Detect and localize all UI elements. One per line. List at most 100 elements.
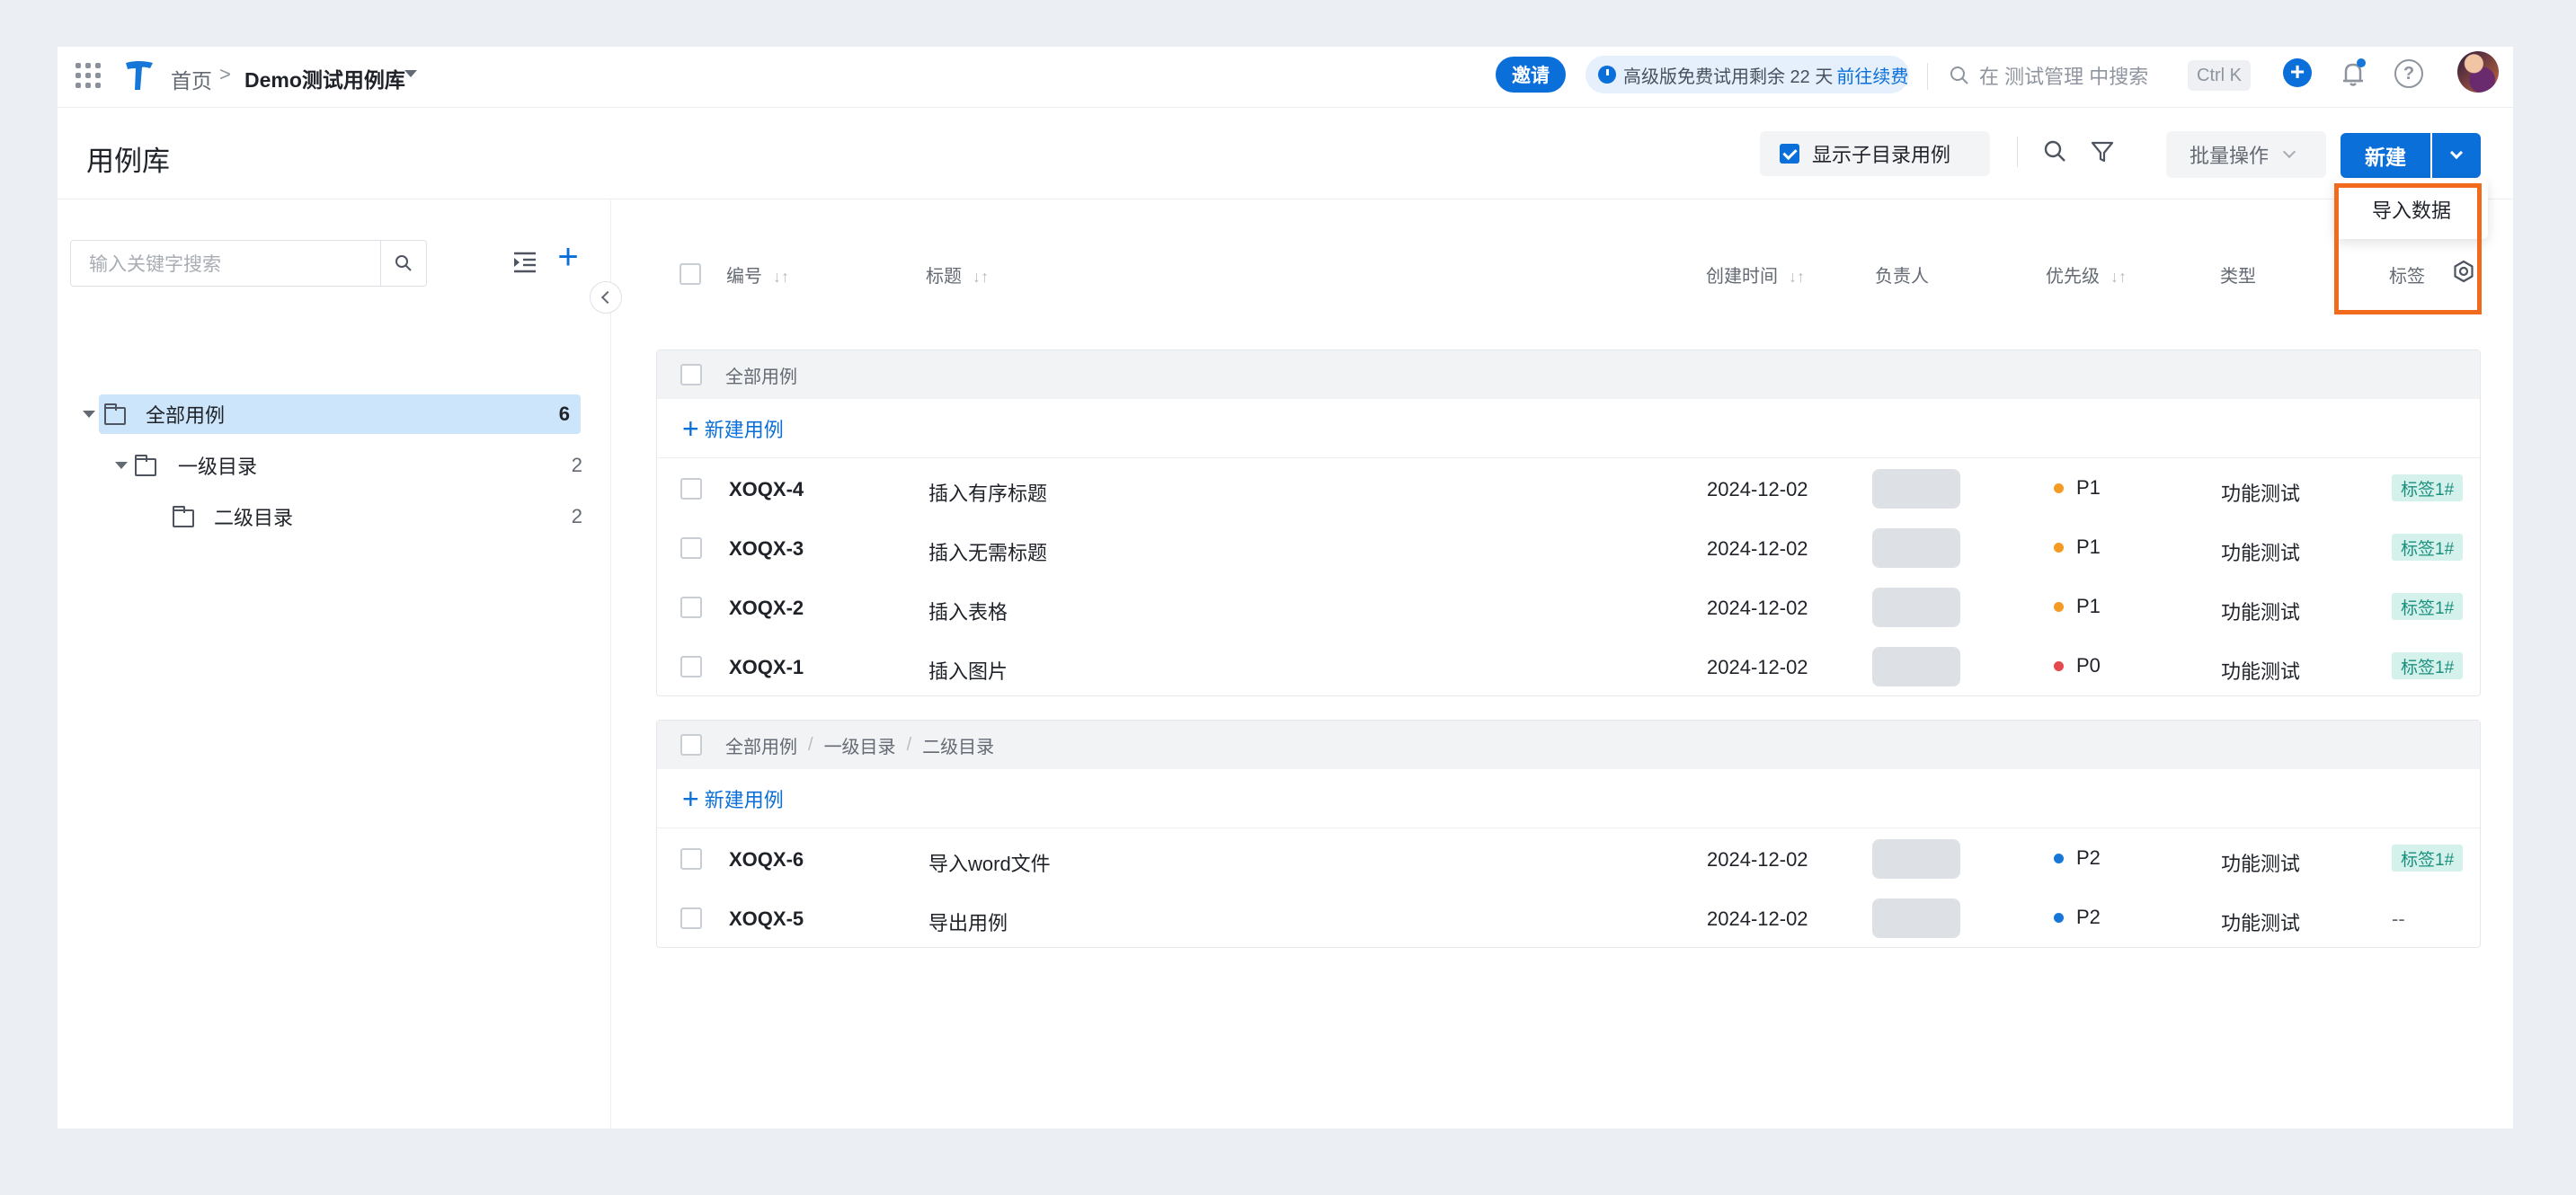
- priority-dot-icon: [2054, 482, 2064, 493]
- column-label: 编号: [726, 267, 762, 287]
- tree-item-label: 一级目录: [178, 456, 258, 478]
- case-id[interactable]: XOQX-1: [729, 656, 804, 679]
- path-separator: /: [808, 734, 813, 755]
- tree-item-level2[interactable]: 二级目录 2: [173, 497, 593, 536]
- tree-search-input[interactable]: 输入关键字搜索: [70, 240, 381, 287]
- breadcrumb-library[interactable]: Demo测试用例库: [244, 63, 405, 93]
- help-icon[interactable]: ?: [2394, 59, 2423, 88]
- sidebar: 输入关键字搜索 + 全部用例 6 一级目录 2 二级目录 2: [58, 200, 622, 1129]
- priority[interactable]: P1: [2054, 595, 2101, 618]
- breadcrumb-home[interactable]: 首页: [171, 64, 212, 94]
- column-priority[interactable]: 优先级 ↓↑: [2046, 261, 2127, 288]
- new-button[interactable]: 新建: [2341, 133, 2430, 178]
- table-row[interactable]: XOQX-2 插入表格 2024-12-02 P1 功能测试 标签1#: [657, 577, 2480, 636]
- tag-badge: 标签1#: [2392, 845, 2464, 872]
- case-type: 功能测试: [2221, 660, 2301, 683]
- table-row[interactable]: XOQX-5 导出用例 2024-12-02 P2 功能测试 --: [657, 888, 2480, 947]
- app-logo[interactable]: [122, 58, 156, 93]
- group-checkbox[interactable]: [680, 364, 702, 385]
- add-folder-icon[interactable]: +: [554, 239, 582, 275]
- sort-icon[interactable]: ↓↑: [973, 268, 989, 287]
- column-title[interactable]: 标题 ↓↑: [926, 261, 989, 288]
- gear-icon[interactable]: [2452, 260, 2475, 283]
- case-title[interactable]: 导入word文件: [928, 848, 1051, 877]
- case-id[interactable]: XOQX-6: [729, 848, 804, 872]
- case-id[interactable]: XOQX-2: [729, 597, 804, 620]
- row-checkbox[interactable]: [680, 907, 702, 929]
- collapse-sidebar-button[interactable]: [590, 281, 622, 314]
- caret-down-icon[interactable]: [83, 411, 95, 418]
- batch-operation-button[interactable]: 批量操作: [2166, 131, 2326, 178]
- row-checkbox[interactable]: [680, 537, 702, 559]
- tree-search-button[interactable]: [380, 240, 427, 287]
- table-row[interactable]: XOQX-3 插入无需标题 2024-12-02 P1 功能测试 标签1#: [657, 518, 2480, 577]
- indent-icon[interactable]: [512, 251, 537, 274]
- create-plus-icon[interactable]: +: [2283, 58, 2312, 87]
- priority[interactable]: P0: [2054, 654, 2101, 677]
- priority[interactable]: P2: [2054, 906, 2101, 929]
- owner-placeholder[interactable]: [1872, 588, 1960, 627]
- case-id[interactable]: XOQX-5: [729, 907, 804, 931]
- new-dropdown-toggle[interactable]: [2432, 133, 2481, 178]
- case-id[interactable]: XOQX-4: [729, 478, 804, 501]
- chevron-left-icon: [600, 290, 615, 305]
- case-title[interactable]: 插入无需标题: [928, 537, 1047, 566]
- owner-placeholder[interactable]: [1872, 469, 1960, 509]
- owner-placeholder[interactable]: [1872, 898, 1960, 938]
- row-checkbox[interactable]: [680, 478, 702, 500]
- case-type: 功能测试: [2221, 853, 2301, 875]
- sort-icon[interactable]: ↓↑: [2110, 268, 2127, 287]
- priority-dot-icon: [2054, 542, 2064, 553]
- priority[interactable]: P1: [2054, 536, 2101, 559]
- column-tag: 标签: [2389, 267, 2425, 287]
- bell-icon[interactable]: [2337, 58, 2369, 90]
- table-row[interactable]: XOQX-1 插入图片 2024-12-02 P0 功能测试 标签1#: [657, 636, 2480, 695]
- case-title[interactable]: 导出用例: [928, 907, 1008, 936]
- priority-dot-icon: [2054, 853, 2064, 863]
- row-checkbox[interactable]: [680, 848, 702, 870]
- apps-grid-icon[interactable]: [76, 63, 101, 88]
- column-created[interactable]: 创建时间 ↓↑: [1706, 261, 1805, 288]
- tree-item-label: 二级目录: [214, 507, 294, 529]
- breadcrumb-separator: >: [219, 63, 231, 85]
- new-case-button[interactable]: + 新建用例: [657, 769, 2480, 828]
- tree-item-level1[interactable]: 一级目录 2: [115, 446, 593, 485]
- owner-placeholder[interactable]: [1872, 839, 1960, 879]
- avatar[interactable]: [2457, 51, 2499, 93]
- renew-link[interactable]: 前往续费: [1836, 62, 1908, 88]
- group-header: 全部用例 / 一级目录 / 二级目录: [657, 721, 2480, 769]
- table-row[interactable]: XOQX-6 导入word文件 2024-12-02 P2 功能测试 标签1#: [657, 828, 2480, 888]
- new-case-button[interactable]: + 新建用例: [657, 399, 2480, 458]
- group-header: 全部用例: [657, 350, 2480, 399]
- checkbox-checked-icon[interactable]: [1780, 144, 1799, 164]
- search-icon[interactable]: [2042, 138, 2069, 165]
- case-title[interactable]: 插入图片: [928, 656, 1008, 685]
- row-checkbox[interactable]: [680, 597, 702, 618]
- show-subdirectory-toggle[interactable]: 显示子目录用例: [1760, 131, 1990, 176]
- sort-icon[interactable]: ↓↑: [1789, 268, 1805, 287]
- table-row[interactable]: XOQX-4 插入有序标题 2024-12-02 P1 功能测试 标签1#: [657, 458, 2480, 518]
- folder-icon: [104, 403, 126, 425]
- caret-down-icon[interactable]: [115, 462, 128, 469]
- global-search-input[interactable]: 在 测试管理 中搜索: [1949, 59, 2218, 92]
- priority[interactable]: P2: [2054, 846, 2101, 870]
- owner-placeholder[interactable]: [1872, 528, 1960, 568]
- group-checkbox[interactable]: [680, 734, 702, 756]
- priority-label: P1: [2076, 595, 2101, 617]
- invite-button[interactable]: 邀请: [1496, 57, 1566, 93]
- owner-placeholder[interactable]: [1872, 647, 1960, 686]
- tree-item-all-cases[interactable]: 全部用例 6: [83, 394, 581, 434]
- case-title[interactable]: 插入有序标题: [928, 478, 1047, 507]
- case-title[interactable]: 插入表格: [928, 597, 1008, 625]
- trial-text: 高级版免费试用剩余 22 天: [1623, 66, 1834, 87]
- row-checkbox[interactable]: [680, 656, 702, 677]
- case-id[interactable]: XOQX-3: [729, 537, 804, 561]
- select-all-checkbox[interactable]: [680, 263, 701, 285]
- chevron-down-icon[interactable]: [404, 70, 417, 77]
- clock-icon: [1598, 66, 1616, 84]
- column-id[interactable]: 编号 ↓↑: [726, 261, 789, 288]
- filter-icon[interactable]: [2089, 138, 2116, 165]
- priority[interactable]: P1: [2054, 476, 2101, 500]
- sort-icon[interactable]: ↓↑: [773, 268, 789, 287]
- page-title: 用例库: [86, 146, 170, 177]
